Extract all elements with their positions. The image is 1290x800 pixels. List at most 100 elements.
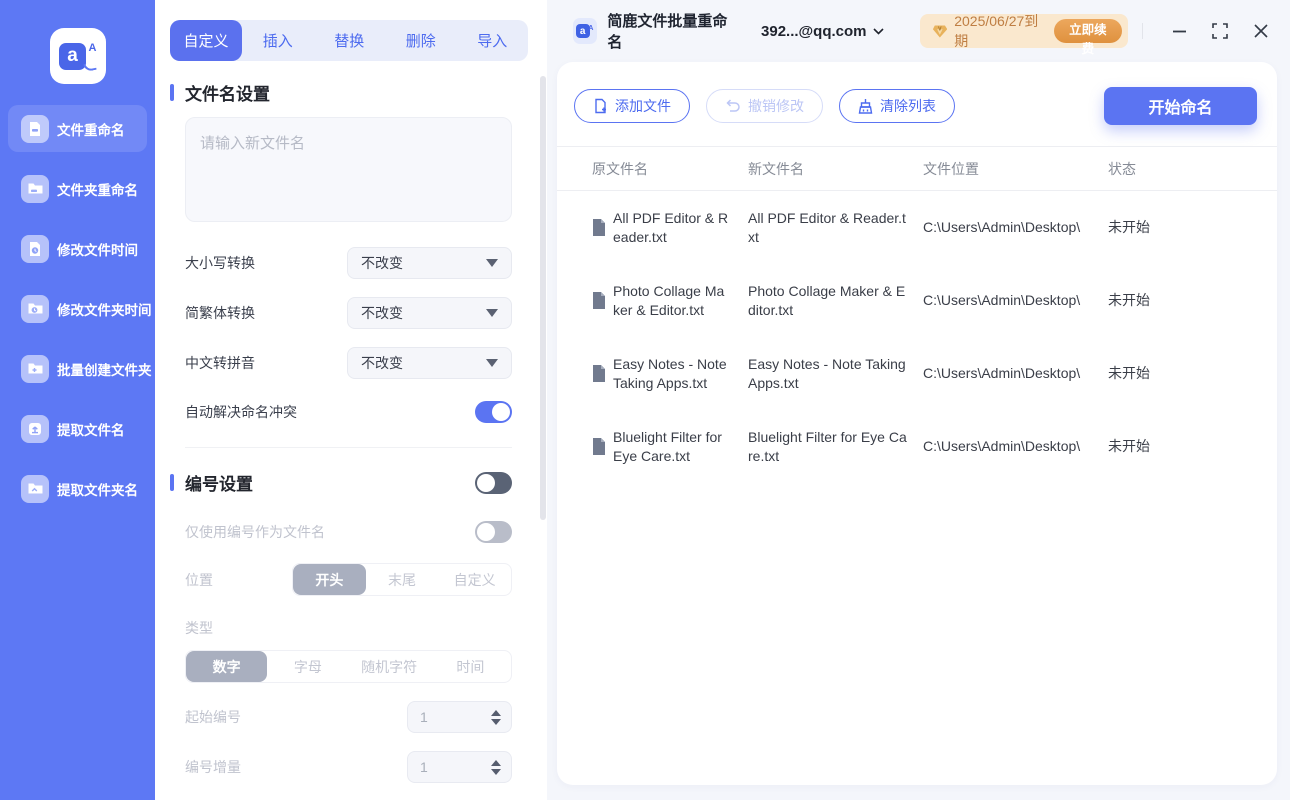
position-option-custom[interactable]: 自定义 xyxy=(438,564,511,595)
folder-time-icon xyxy=(21,295,49,323)
file-location: C:\Users\Admin\Desktop\ xyxy=(923,437,1093,456)
pinyin-convert-label: 中文转拼音 xyxy=(185,353,255,373)
position-option-end[interactable]: 末尾 xyxy=(366,564,439,595)
position-label: 位置 xyxy=(185,570,213,590)
table-row[interactable]: All PDF Editor & Reader.txt All PDF Edit… xyxy=(557,191,1277,264)
col-new-name: 新文件名 xyxy=(748,159,923,179)
new-filename: Bluelight Filter for Eye Care.txt xyxy=(748,428,908,466)
status-text: 未开始 xyxy=(1108,218,1277,237)
tab-import[interactable]: 导入 xyxy=(457,20,529,61)
sidebar-item-label: 提取文件夹名 xyxy=(57,479,138,499)
col-original-name: 原文件名 xyxy=(592,159,748,179)
section-title: 文件名设置 xyxy=(185,80,270,105)
step-down-icon[interactable] xyxy=(491,719,501,725)
toolbar: 添加文件 撤销修改 清除列表 开始命名 xyxy=(557,62,1277,125)
panel-scrollbar[interactable] xyxy=(540,76,546,520)
sidebar-item-file-rename[interactable]: 文件重命名 xyxy=(8,105,147,152)
type-label: 类型 xyxy=(185,620,213,636)
toggle-knob xyxy=(492,403,510,421)
pinyin-convert-select[interactable]: 不改变 xyxy=(347,347,512,379)
type-option-letter[interactable]: 字母 xyxy=(267,651,348,682)
clear-list-label: 清除列表 xyxy=(880,96,936,116)
folder-rename-icon xyxy=(21,175,49,203)
table-row[interactable]: Easy Notes - Note Taking Apps.txt Easy N… xyxy=(557,337,1277,410)
col-location: 文件位置 xyxy=(923,159,1108,179)
close-button[interactable] xyxy=(1252,22,1270,40)
app-title: 简鹿文件批量重命名 xyxy=(607,10,734,52)
start-number-value: 1 xyxy=(420,709,428,725)
filename-section-header: 文件名设置 xyxy=(170,80,512,105)
add-files-label: 添加文件 xyxy=(615,96,671,116)
case-convert-label: 大小写转换 xyxy=(185,253,255,273)
folder-extract-icon xyxy=(21,475,49,503)
sidebar-item-label: 修改文件时间 xyxy=(57,239,138,259)
titlebar-app-icon: a A xyxy=(573,18,597,44)
increment-stepper[interactable]: 1 xyxy=(407,751,512,783)
numbering-enable-toggle[interactable] xyxy=(475,472,512,494)
increment-value: 1 xyxy=(420,759,428,775)
start-number-stepper[interactable]: 1 xyxy=(407,701,512,733)
file-icon xyxy=(592,365,606,382)
sidebar-item-label: 提取文件名 xyxy=(57,419,125,439)
status-text: 未开始 xyxy=(1108,364,1277,383)
table-row[interactable]: Photo Collage Maker & Editor.txt Photo C… xyxy=(557,264,1277,337)
new-filename: All PDF Editor & Reader.txt xyxy=(748,209,908,247)
type-option-number[interactable]: 数字 xyxy=(186,651,267,682)
step-up-icon[interactable] xyxy=(491,760,501,766)
step-down-icon[interactable] xyxy=(491,769,501,775)
new-filename-input[interactable] xyxy=(185,117,512,222)
original-filename: All PDF Editor & Reader.txt xyxy=(613,209,731,247)
type-segmented-control: 数字 字母 随机字符 时间 xyxy=(185,650,512,683)
tab-insert[interactable]: 插入 xyxy=(242,20,314,61)
mini-A-icon: A xyxy=(588,25,593,32)
account-menu[interactable]: 392...@qq.com xyxy=(761,23,884,40)
sidebar-item-file-time[interactable]: 修改文件时间 xyxy=(8,225,147,272)
tab-custom[interactable]: 自定义 xyxy=(170,20,242,61)
settings-panel: 自定义 插入 替换 删除 导入 文件名设置 大小写转换 不改变 简繁体转换 不改… xyxy=(155,0,547,800)
renew-button[interactable]: 立即续费 xyxy=(1054,19,1122,43)
maximize-button[interactable] xyxy=(1211,22,1229,40)
sidebar-item-label: 文件夹重命名 xyxy=(57,179,138,199)
add-files-button[interactable]: 添加文件 xyxy=(574,89,690,123)
license-expiry: 2025/06/27到期 xyxy=(954,11,1045,51)
file-list-card: 添加文件 撤销修改 清除列表 开始命名 原文件名 新文件名 文件位置 状态 xyxy=(557,62,1277,785)
sidebar-item-extract-foldername[interactable]: 提取文件夹名 xyxy=(8,465,147,512)
sidebar-item-batch-create-folder[interactable]: 批量创建文件夹 xyxy=(8,345,147,392)
status-text: 未开始 xyxy=(1108,291,1277,310)
tradsimp-convert-value: 不改变 xyxy=(361,303,403,323)
file-icon xyxy=(592,438,606,455)
stepper-arrows xyxy=(491,760,501,775)
clear-broom-icon xyxy=(858,98,873,114)
sidebar-nav: 文件重命名 文件夹重命名 修改文件时间 修改文件夹时间 批量创建文件夹 xyxy=(0,105,155,512)
logo-a-icon: a xyxy=(59,43,86,70)
type-option-random[interactable]: 随机字符 xyxy=(349,651,430,682)
position-option-start[interactable]: 开头 xyxy=(293,564,366,595)
main-area: a A 简鹿文件批量重命名 392...@qq.com V 2025/06/27… xyxy=(547,0,1290,800)
sidebar-item-folder-rename[interactable]: 文件夹重命名 xyxy=(8,165,147,212)
tradsimp-convert-select[interactable]: 不改变 xyxy=(347,297,512,329)
file-extract-icon xyxy=(21,415,49,443)
start-rename-button[interactable]: 开始命名 xyxy=(1104,87,1257,125)
mode-tabbar: 自定义 插入 替换 删除 导入 xyxy=(170,20,528,61)
sidebar-item-folder-time[interactable]: 修改文件夹时间 xyxy=(8,285,147,332)
tab-delete[interactable]: 删除 xyxy=(385,20,457,61)
tab-replace[interactable]: 替换 xyxy=(314,20,386,61)
step-up-icon[interactable] xyxy=(491,710,501,716)
minimize-button[interactable] xyxy=(1170,22,1188,40)
new-filename: Photo Collage Maker & Editor.txt xyxy=(748,282,908,320)
only-number-toggle[interactable] xyxy=(475,521,512,543)
chevron-down-icon xyxy=(486,309,498,317)
undo-button[interactable]: 撤销修改 xyxy=(706,89,823,123)
type-option-time[interactable]: 时间 xyxy=(430,651,511,682)
undo-label: 撤销修改 xyxy=(748,96,804,116)
section-accent-bar xyxy=(170,84,174,101)
increment-label: 编号增量 xyxy=(185,757,241,777)
clear-list-button[interactable]: 清除列表 xyxy=(839,89,955,123)
divider xyxy=(1142,23,1143,39)
chevron-down-icon xyxy=(486,359,498,367)
sidebar-item-extract-filename[interactable]: 提取文件名 xyxy=(8,405,147,452)
case-convert-select[interactable]: 不改变 xyxy=(347,247,512,279)
table-row[interactable]: Bluelight Filter for Eye Care.txt Blueli… xyxy=(557,410,1277,483)
sidebar-item-label: 修改文件夹时间 xyxy=(57,299,152,319)
conflict-resolve-toggle[interactable] xyxy=(475,401,512,423)
